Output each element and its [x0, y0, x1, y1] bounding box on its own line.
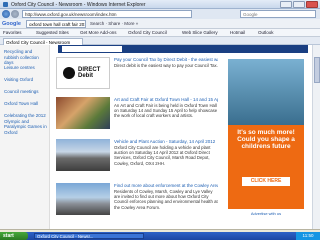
- scrollbar-thumb[interactable]: [314, 57, 320, 83]
- browser-search-input[interactable]: Google: [240, 10, 316, 18]
- favorite-link[interactable]: Web Slice Gallery: [182, 30, 218, 35]
- sidebar: Recycling and rubbish collection days Le…: [0, 45, 50, 229]
- news-image[interactable]: [56, 139, 110, 171]
- news-item: Vehicle and Plant Auction - Saturday, 14…: [56, 139, 220, 173]
- direct-debit-logo: DIRECT Debit: [56, 57, 110, 89]
- direct-debit-icon: [63, 67, 75, 79]
- google-search-input[interactable]: oxford town hall craft fair 2012: [26, 20, 86, 28]
- sidebar-item-olympics[interactable]: Celebrating the 2012 Olympic and Paralym…: [4, 113, 48, 135]
- tab-newsroom[interactable]: Oxford City Council - Newsroom: [3, 38, 83, 45]
- advert-text: It's so much more! Could you shape a chi…: [237, 129, 295, 151]
- favorite-link[interactable]: Outlook: [258, 30, 274, 35]
- advert-banner[interactable]: It's so much more! Could you shape a chi…: [228, 59, 304, 219]
- advert-photo: [228, 59, 304, 125]
- news-body: Residents of Cowley, Marsh, Cowley and L…: [114, 189, 218, 210]
- favorite-link[interactable]: Get More Add-ons: [80, 30, 117, 35]
- window-titlebar: Oxford City Council - Newsroom - Windows…: [0, 0, 320, 9]
- close-button[interactable]: [306, 1, 318, 8]
- news-item: Art and Craft Fair at Oxford Town Hall -…: [56, 97, 220, 131]
- sidebar-item-town-hall[interactable]: Oxford Town Hall: [4, 101, 48, 107]
- minimize-button[interactable]: [280, 1, 292, 8]
- news-headline[interactable]: Vehicle and Plant Auction - Saturday, 14…: [114, 139, 218, 144]
- address-bar: http://www.oxford.gov.uk/newsroom/index.…: [0, 9, 320, 19]
- ie-icon: [3, 2, 8, 7]
- direct-debit-logo-text: DIRECT Debit: [78, 67, 101, 79]
- favorite-link[interactable]: Oxford City Council: [128, 30, 167, 35]
- site-search-bar: [58, 45, 308, 53]
- favorites-bar: Favorites Suggested Sites Get More Add-o…: [0, 29, 320, 37]
- news-body: An Art and Craft Fair is being held in O…: [114, 103, 218, 119]
- google-logo: Google: [2, 21, 21, 27]
- news-image[interactable]: [56, 97, 110, 129]
- taskbar-window-button[interactable]: Oxford City Council - Newsr...: [34, 233, 144, 239]
- google-toolbar: Google oxford town hall craft fair 2012 …: [0, 19, 320, 29]
- maximize-button[interactable]: [293, 1, 305, 8]
- news-headline[interactable]: Art and Craft Fair at Oxford Town Hall -…: [114, 97, 218, 102]
- back-button[interactable]: [2, 10, 10, 18]
- site-search-input[interactable]: [62, 46, 122, 52]
- favorites-button[interactable]: Favorites: [3, 30, 22, 35]
- sidebar-item-leisure[interactable]: Leisure centres: [4, 65, 48, 71]
- news-image[interactable]: [56, 183, 110, 215]
- start-button[interactable]: start: [0, 232, 28, 240]
- news-item: DIRECT Debit Pay your Council Tax by Dir…: [56, 57, 220, 91]
- news-body: Direct debit is the easiest way to pay y…: [114, 63, 218, 68]
- sidebar-item-recycling[interactable]: Recycling and rubbish collection days: [4, 49, 48, 66]
- google-tools[interactable]: Search · Share · More »: [90, 21, 138, 26]
- news-body: Oxford City Council are holding a vehicl…: [114, 145, 211, 166]
- page-viewport: Recycling and rubbish collection days Le…: [0, 45, 320, 229]
- news-headline[interactable]: Find out more about enforcement at the C…: [114, 183, 218, 188]
- vertical-scrollbar[interactable]: [312, 45, 320, 229]
- news-item: Find out more about enforcement at the C…: [56, 183, 220, 217]
- advertise-link[interactable]: Advertise with us: [228, 209, 304, 219]
- favorite-link[interactable]: Hotmail: [230, 30, 245, 35]
- url-field[interactable]: http://www.oxford.gov.uk/newsroom/index.…: [22, 10, 192, 18]
- window-controls: [280, 1, 318, 8]
- taskbar: start Oxford City Council - Newsr... 11:…: [0, 232, 320, 240]
- clock: 11:50: [296, 232, 320, 240]
- favorite-link[interactable]: Suggested Sites: [36, 30, 69, 35]
- sidebar-item-meetings[interactable]: Council meetings: [4, 89, 48, 95]
- sidebar-item-visiting[interactable]: Visiting Oxford: [4, 77, 48, 83]
- tab-strip: Oxford City Council - Newsroom: [0, 37, 320, 45]
- news-headline[interactable]: Pay your Council Tax by Direct Debit - t…: [114, 57, 218, 62]
- window-title: Oxford City Council - Newsroom - Windows…: [11, 2, 146, 8]
- forward-button[interactable]: [11, 10, 19, 18]
- advert-click-button[interactable]: CLICK HERE: [242, 177, 290, 186]
